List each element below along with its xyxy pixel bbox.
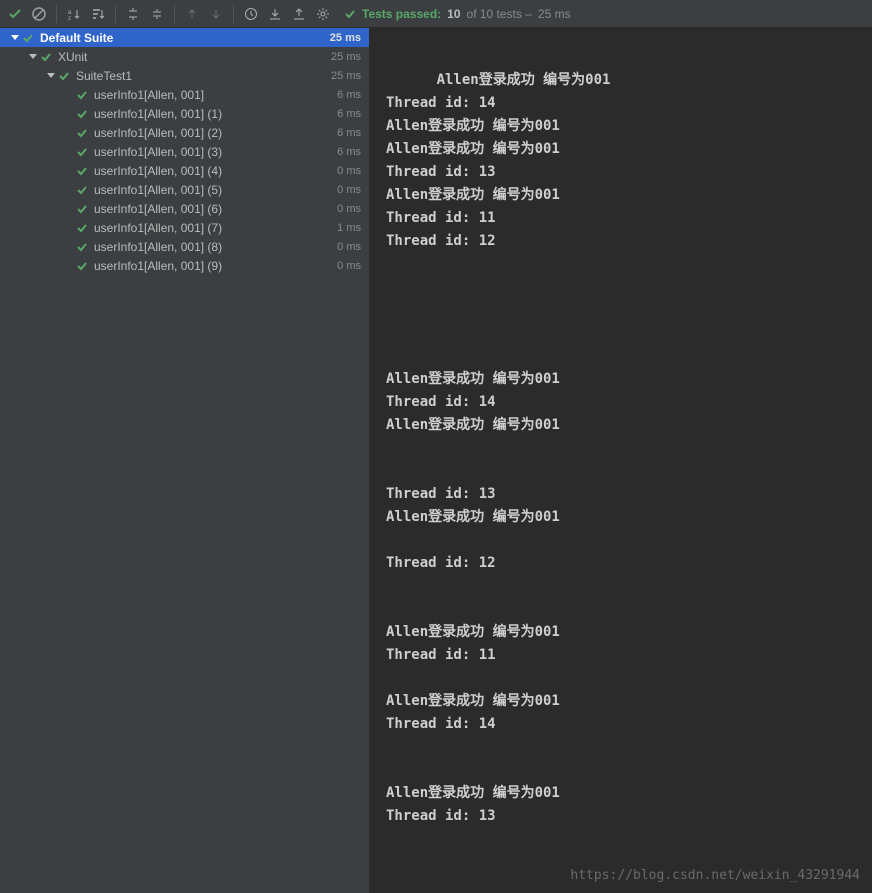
tree-row-time: 25 ms [330, 32, 361, 44]
test-passed-icon [40, 51, 52, 63]
import-results-button[interactable] [264, 3, 286, 25]
tree-row[interactable]: userInfo1[Allen, 001] (1)6 ms [0, 104, 369, 123]
tree-row[interactable]: userInfo1[Allen, 001] (7)1 ms [0, 218, 369, 237]
status-total: of 10 tests – [467, 7, 532, 21]
tree-row-label: userInfo1[Allen, 001] (1) [94, 107, 337, 121]
tree-row-time: 0 ms [337, 165, 361, 177]
tree-row-time: 25 ms [331, 51, 361, 63]
check-icon [344, 8, 356, 20]
test-passed-icon [76, 127, 88, 139]
collapse-all-button[interactable] [146, 3, 168, 25]
show-passed-toggle[interactable] [4, 3, 26, 25]
status-passed-count: 10 [447, 7, 460, 21]
test-status-bar: Tests passed: 10 of 10 tests – 25 ms [336, 0, 868, 28]
tree-row-time: 0 ms [337, 260, 361, 272]
tree-row-label: userInfo1[Allen, 001] (8) [94, 240, 337, 254]
tree-row-time: 6 ms [337, 108, 361, 120]
tree-row-label: SuiteTest1 [76, 69, 331, 83]
watermark: https://blog.csdn.net/weixin_43291944 [570, 864, 860, 887]
tree-row[interactable]: userInfo1[Allen, 001] (4)0 ms [0, 161, 369, 180]
tree-row-label: XUnit [58, 50, 331, 64]
tree-row[interactable]: userInfo1[Allen, 001] (6)0 ms [0, 199, 369, 218]
test-tree[interactable]: Default Suite25 msXUnit25 msSuiteTest125… [0, 28, 370, 893]
tree-row-time: 0 ms [337, 203, 361, 215]
test-passed-icon [76, 108, 88, 120]
expand-all-button[interactable] [122, 3, 144, 25]
expand-arrow-icon[interactable] [8, 33, 22, 43]
tree-row-label: userInfo1[Allen, 001] (6) [94, 202, 337, 216]
tree-row-label: userInfo1[Allen, 001] (9) [94, 259, 337, 273]
expand-arrow-icon[interactable] [26, 52, 40, 62]
test-history-button[interactable] [240, 3, 262, 25]
tree-row-time: 0 ms [337, 241, 361, 253]
tree-row-time: 6 ms [337, 146, 361, 158]
console-output[interactable]: Allen登录成功 编号为001 Thread id: 14 Allen登录成功… [370, 28, 872, 893]
tree-row[interactable]: XUnit25 ms [0, 47, 369, 66]
tree-row-label: userInfo1[Allen, 001] (4) [94, 164, 337, 178]
test-passed-icon [76, 165, 88, 177]
tree-row[interactable]: userInfo1[Allen, 001] (9)0 ms [0, 256, 369, 275]
toolbar: az [0, 0, 872, 28]
sort-duration-button[interactable] [87, 3, 109, 25]
tree-row-time: 0 ms [337, 184, 361, 196]
svg-text:z: z [68, 16, 71, 21]
test-passed-icon [76, 222, 88, 234]
tree-row-time: 6 ms [337, 89, 361, 101]
tree-row-time: 1 ms [337, 222, 361, 234]
previous-failed-button[interactable] [181, 3, 203, 25]
tree-row-label: userInfo1[Allen, 001] (3) [94, 145, 337, 159]
tree-row-label: userInfo1[Allen, 001] (5) [94, 183, 337, 197]
tree-row[interactable]: userInfo1[Allen, 001] (8)0 ms [0, 237, 369, 256]
sort-alpha-button[interactable]: az [63, 3, 85, 25]
tree-row[interactable]: SuiteTest125 ms [0, 66, 369, 85]
tree-row[interactable]: userInfo1[Allen, 001] (2)6 ms [0, 123, 369, 142]
export-results-button[interactable] [288, 3, 310, 25]
test-passed-icon [76, 184, 88, 196]
tree-row-time: 6 ms [337, 127, 361, 139]
test-passed-icon [58, 70, 70, 82]
tree-row[interactable]: userInfo1[Allen, 001] (3)6 ms [0, 142, 369, 161]
test-passed-icon [76, 89, 88, 101]
test-passed-icon [76, 241, 88, 253]
tree-row-time: 25 ms [331, 70, 361, 82]
tree-row-label: Default Suite [40, 31, 330, 45]
tree-row-label: userInfo1[Allen, 001] [94, 88, 337, 102]
show-ignored-toggle[interactable] [28, 3, 50, 25]
tree-row[interactable]: userInfo1[Allen, 001]6 ms [0, 85, 369, 104]
settings-button[interactable] [312, 3, 334, 25]
test-passed-icon [22, 32, 34, 44]
test-passed-icon [76, 146, 88, 158]
console-text: Allen登录成功 编号为001 Thread id: 14 Allen登录成功… [386, 72, 782, 893]
tree-row-label: userInfo1[Allen, 001] (7) [94, 221, 337, 235]
expand-arrow-icon[interactable] [44, 71, 58, 81]
status-time: 25 ms [538, 7, 571, 21]
test-passed-icon [76, 260, 88, 272]
tree-row-label: userInfo1[Allen, 001] (2) [94, 126, 337, 140]
status-prefix: Tests passed: [362, 7, 441, 21]
test-passed-icon [76, 203, 88, 215]
next-failed-button[interactable] [205, 3, 227, 25]
tree-row[interactable]: Default Suite25 ms [0, 28, 369, 47]
tree-row[interactable]: userInfo1[Allen, 001] (5)0 ms [0, 180, 369, 199]
